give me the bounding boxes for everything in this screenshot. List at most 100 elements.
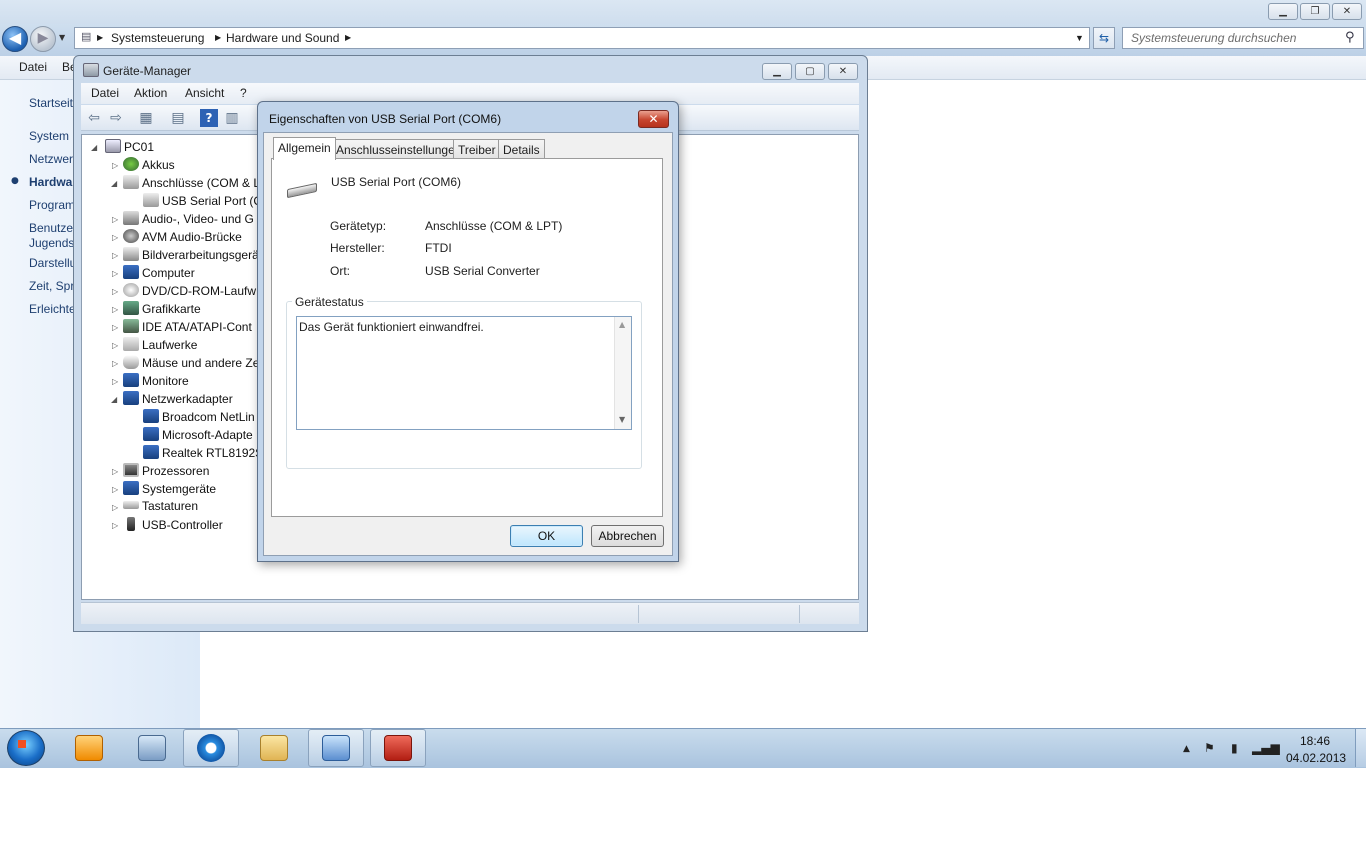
left-link-zeit-sprache[interactable]: Zeit, Spr — [29, 279, 74, 293]
scroll-up-icon[interactable]: ▲ — [619, 320, 625, 329]
expand-arrow-icon[interactable]: ▷ — [112, 287, 118, 296]
expand-arrow-icon[interactable]: ▷ — [112, 323, 118, 332]
close-button[interactable]: ✕ — [1332, 3, 1362, 20]
expand-arrow-icon[interactable]: ▷ — [112, 215, 118, 224]
tree-item-laufwerke[interactable]: Laufwerke — [123, 337, 197, 352]
clock-date[interactable]: 04.02.2013 — [1286, 751, 1346, 765]
dm-menu-aktion[interactable]: Aktion — [134, 86, 167, 100]
forward-arrow-icon[interactable]: ⇨ — [107, 109, 125, 127]
tree-item-realtek[interactable]: Realtek RTL8192SI — [143, 445, 267, 460]
properties-icon[interactable]: ▤ — [169, 109, 187, 127]
left-link-erleichterte-bedienung[interactable]: Erleichte — [29, 302, 76, 316]
tree-item-bildverarbeitung[interactable]: Bildverarbeitungsgerä — [123, 247, 259, 262]
left-link-programme[interactable]: Program — [29, 198, 75, 212]
tree-item-netzwerkadapter[interactable]: Netzwerkadapter — [123, 391, 233, 406]
network-signal-icon[interactable]: ▂▄▆ — [1252, 741, 1280, 755]
tree-item-tastaturen[interactable]: Tastaturen — [123, 499, 198, 513]
ok-button[interactable]: OK — [510, 525, 583, 547]
clock-time[interactable]: 18:46 — [1300, 734, 1330, 748]
dm-minimize-button[interactable]: ▁ — [762, 63, 792, 80]
help-icon[interactable]: ? — [200, 109, 218, 127]
tree-item-pc01[interactable]: PC01 — [105, 139, 154, 154]
back-button[interactable]: ◀ — [2, 26, 28, 52]
tab-anschlusseinstellungen[interactable]: Anschlusseinstellungen — [331, 139, 467, 159]
media-player-icon[interactable] — [75, 735, 103, 761]
left-link-system[interactable]: System u — [29, 129, 79, 143]
tree-item-systemgeraete[interactable]: Systemgeräte — [123, 481, 216, 496]
tree-item-usb-serial-port[interactable]: USB Serial Port (C — [143, 193, 262, 208]
tab-allgemein[interactable]: Allgemein — [273, 137, 336, 160]
dm-menu-help[interactable]: ? — [240, 86, 247, 100]
expand-arrow-icon[interactable]: ▷ — [112, 305, 118, 314]
collapse-arrow-icon[interactable]: ◢ — [111, 179, 117, 188]
breadcrumb-hardware-und-sound[interactable]: Hardware und Sound — [226, 31, 339, 45]
action-center-flag-icon[interactable]: ⚑ — [1204, 741, 1215, 755]
battery-icon[interactable]: ▮ — [1231, 741, 1238, 755]
tree-item-anschluesse[interactable]: Anschlüsse (COM & L — [123, 175, 260, 190]
expand-arrow-icon[interactable]: ▷ — [112, 521, 118, 530]
view-icon[interactable]: ▥ — [223, 109, 241, 127]
tree-item-akkus[interactable]: Akkus — [123, 157, 175, 172]
breadcrumb-systemsteuerung[interactable]: Systemsteuerung — [111, 31, 204, 45]
expand-arrow-icon[interactable]: ▷ — [112, 251, 118, 260]
collapse-arrow-icon[interactable]: ◢ — [111, 395, 117, 404]
dialog-close-button[interactable]: ✕ — [638, 110, 669, 128]
collapse-arrow-icon[interactable]: ◢ — [91, 143, 97, 152]
tree-item-maeuse[interactable]: Mäuse und andere Ze — [123, 355, 259, 370]
tree-item-broadcom[interactable]: Broadcom NetLin — [143, 409, 255, 424]
tree-item-monitore[interactable]: Monitore — [123, 373, 189, 388]
expand-arrow-icon[interactable]: ▷ — [112, 503, 118, 512]
tab-details[interactable]: Details — [498, 139, 545, 159]
left-link-darstellung[interactable]: Darstellu — [29, 256, 76, 270]
tree-item-microsoft-adapter[interactable]: Microsoft-Adapte — [143, 427, 253, 442]
forward-button[interactable]: ▶ — [30, 26, 56, 52]
search-input[interactable]: Systemsteuerung durchsuchen ⚲ — [1122, 27, 1364, 49]
tree-item-computer[interactable]: Computer — [123, 265, 195, 280]
tab-treiber[interactable]: Treiber — [453, 139, 501, 159]
expand-arrow-icon[interactable]: ▷ — [112, 359, 118, 368]
scroll-down-icon[interactable]: ▼ — [619, 415, 625, 424]
expand-arrow-icon[interactable]: ▷ — [112, 233, 118, 242]
dm-menu-ansicht[interactable]: Ansicht — [185, 86, 224, 100]
address-bar[interactable]: ▤ ▶ Systemsteuerung ▶ Hardware und Sound… — [74, 27, 1090, 49]
tree-item-prozessoren[interactable]: Prozessoren — [123, 463, 209, 478]
breadcrumb-chevron-icon[interactable]: ▶ — [345, 33, 351, 42]
breadcrumb-chevron-icon[interactable]: ▶ — [97, 33, 103, 42]
dm-close-button[interactable]: ✕ — [828, 63, 858, 80]
left-link-jugendschutz[interactable]: Jugends — [29, 236, 74, 250]
tree-item-audio[interactable]: Audio-, Video- und G — [123, 211, 254, 226]
expand-arrow-icon[interactable]: ▷ — [112, 467, 118, 476]
tree-item-avm-audio[interactable]: AVM Audio-Brücke — [123, 229, 242, 244]
show-desktop-button[interactable] — [1355, 729, 1366, 767]
show-hide-console-tree-icon[interactable]: ▦ — [137, 109, 155, 127]
minimize-button[interactable]: ▁ — [1268, 3, 1298, 20]
left-link-hardware[interactable]: Hardwa — [29, 175, 72, 189]
back-arrow-icon[interactable]: ⇦ — [85, 109, 103, 127]
address-dropdown-icon[interactable]: ▼ — [1075, 33, 1084, 43]
expand-arrow-icon[interactable]: ▷ — [112, 485, 118, 494]
start-button[interactable] — [7, 730, 45, 766]
cancel-button[interactable]: Abbrechen — [591, 525, 664, 547]
tree-item-ide[interactable]: IDE ATA/ATAPI-Cont — [123, 319, 252, 334]
device-status-textbox[interactable]: Das Gerät funktioniert einwandfrei. — [296, 316, 632, 430]
restore-button[interactable]: ❐ — [1300, 3, 1330, 20]
expand-arrow-icon[interactable]: ▷ — [112, 377, 118, 386]
tree-item-grafikkarte[interactable]: Grafikkarte — [123, 301, 201, 316]
left-link-benutzer[interactable]: Benutzer — [29, 221, 77, 235]
breadcrumb-chevron-icon[interactable]: ▶ — [215, 33, 221, 42]
dm-menu-datei[interactable]: Datei — [91, 86, 119, 100]
recent-pages-dropdown-icon[interactable]: ▼ — [59, 33, 65, 42]
show-hidden-icons-icon[interactable]: ▲ — [1183, 744, 1190, 754]
expand-arrow-icon[interactable]: ▷ — [112, 269, 118, 278]
left-link-netzwerk[interactable]: Netzwer — [29, 152, 73, 166]
status-scrollbar[interactable]: ▲ ▼ — [614, 317, 631, 429]
expand-arrow-icon[interactable]: ▷ — [112, 161, 118, 170]
tree-item-usb-controller[interactable]: USB-Controller — [123, 517, 223, 532]
settings-tool-icon[interactable] — [138, 735, 166, 761]
tree-item-dvd[interactable]: DVD/CD-ROM-Laufw — [123, 283, 256, 298]
expand-arrow-icon[interactable]: ▷ — [112, 341, 118, 350]
refresh-icon[interactable]: ⇆ — [1093, 27, 1115, 49]
dm-maximize-button[interactable]: ▢ — [795, 63, 825, 80]
menu-datei[interactable]: Datei — [19, 60, 47, 74]
search-icon[interactable]: ⚲ — [1345, 30, 1355, 45]
